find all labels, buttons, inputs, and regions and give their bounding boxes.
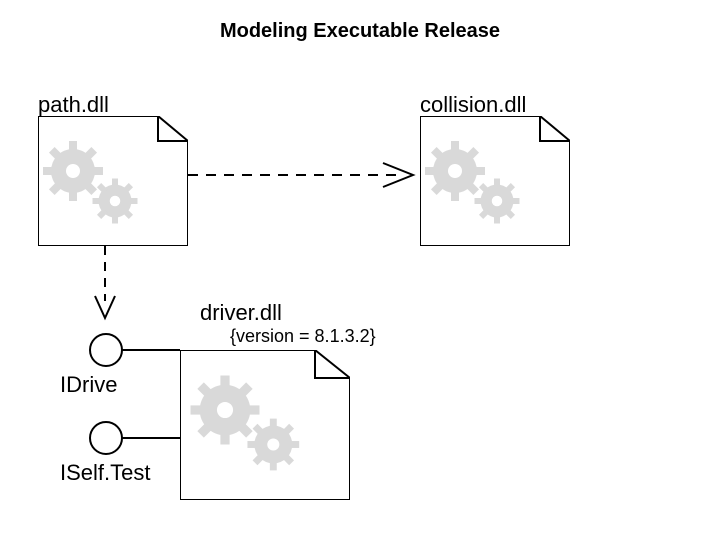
gear-icon: [93, 179, 138, 224]
dependency-arrow-path-to-idrive: [90, 246, 120, 326]
file-icon: [420, 116, 570, 246]
interface-circle-icon: [90, 334, 122, 366]
interface-lollipop-iselftest: [88, 418, 183, 458]
interface-label-iselftest: ISelf.Test: [60, 460, 150, 486]
diagram-stage: path.dll: [0, 60, 720, 540]
diagram-title: Modeling Executable Release: [0, 20, 720, 43]
artifact-version-driver: {version = 8.1.3.2}: [230, 326, 376, 347]
gear-icon: [247, 419, 299, 471]
gear-icon: [425, 141, 485, 201]
artifact-driver: [180, 350, 350, 500]
interface-lollipop-idrive: [88, 330, 183, 370]
interface-circle-icon: [90, 422, 122, 454]
file-icon: [38, 116, 188, 246]
artifact-collision: [420, 116, 570, 246]
gear-icon: [191, 376, 260, 445]
file-icon: [180, 350, 350, 500]
dependency-arrow-path-to-collision: [188, 160, 420, 190]
artifact-path: [38, 116, 188, 246]
gear-icon: [43, 141, 103, 201]
artifact-label-path: path.dll: [38, 92, 109, 118]
artifact-label-collision: collision.dll: [420, 92, 526, 118]
artifact-label-driver: driver.dll: [200, 300, 282, 326]
gear-icon: [475, 179, 520, 224]
interface-label-idrive: IDrive: [60, 372, 117, 398]
